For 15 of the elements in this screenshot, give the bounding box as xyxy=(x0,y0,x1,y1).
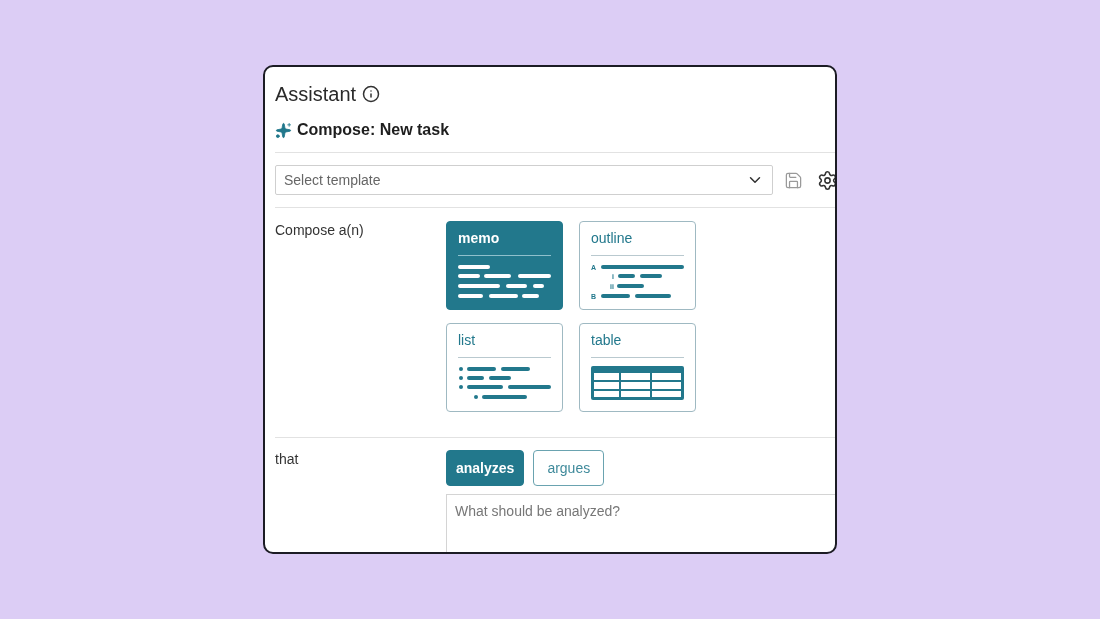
save-icon[interactable] xyxy=(784,170,803,190)
format-card[interactable]: table xyxy=(579,323,696,412)
sparkle-icon xyxy=(275,121,292,139)
purpose-label: that xyxy=(275,450,300,469)
template-select[interactable]: Select template xyxy=(275,165,773,195)
task-title: Compose: New task xyxy=(297,120,450,140)
panel-title: Assistant xyxy=(275,82,357,107)
format-card[interactable]: memo xyxy=(446,221,563,310)
analysis-input[interactable]: What should be analyzed? xyxy=(446,494,835,552)
info-icon[interactable] xyxy=(362,85,381,103)
compose-label: Compose a(n) xyxy=(275,221,365,240)
option-button[interactable]: argues xyxy=(533,450,605,486)
option-button[interactable]: analyzes xyxy=(446,450,525,486)
format-card[interactable]: list xyxy=(446,323,563,412)
settings-icon[interactable] xyxy=(817,169,835,191)
